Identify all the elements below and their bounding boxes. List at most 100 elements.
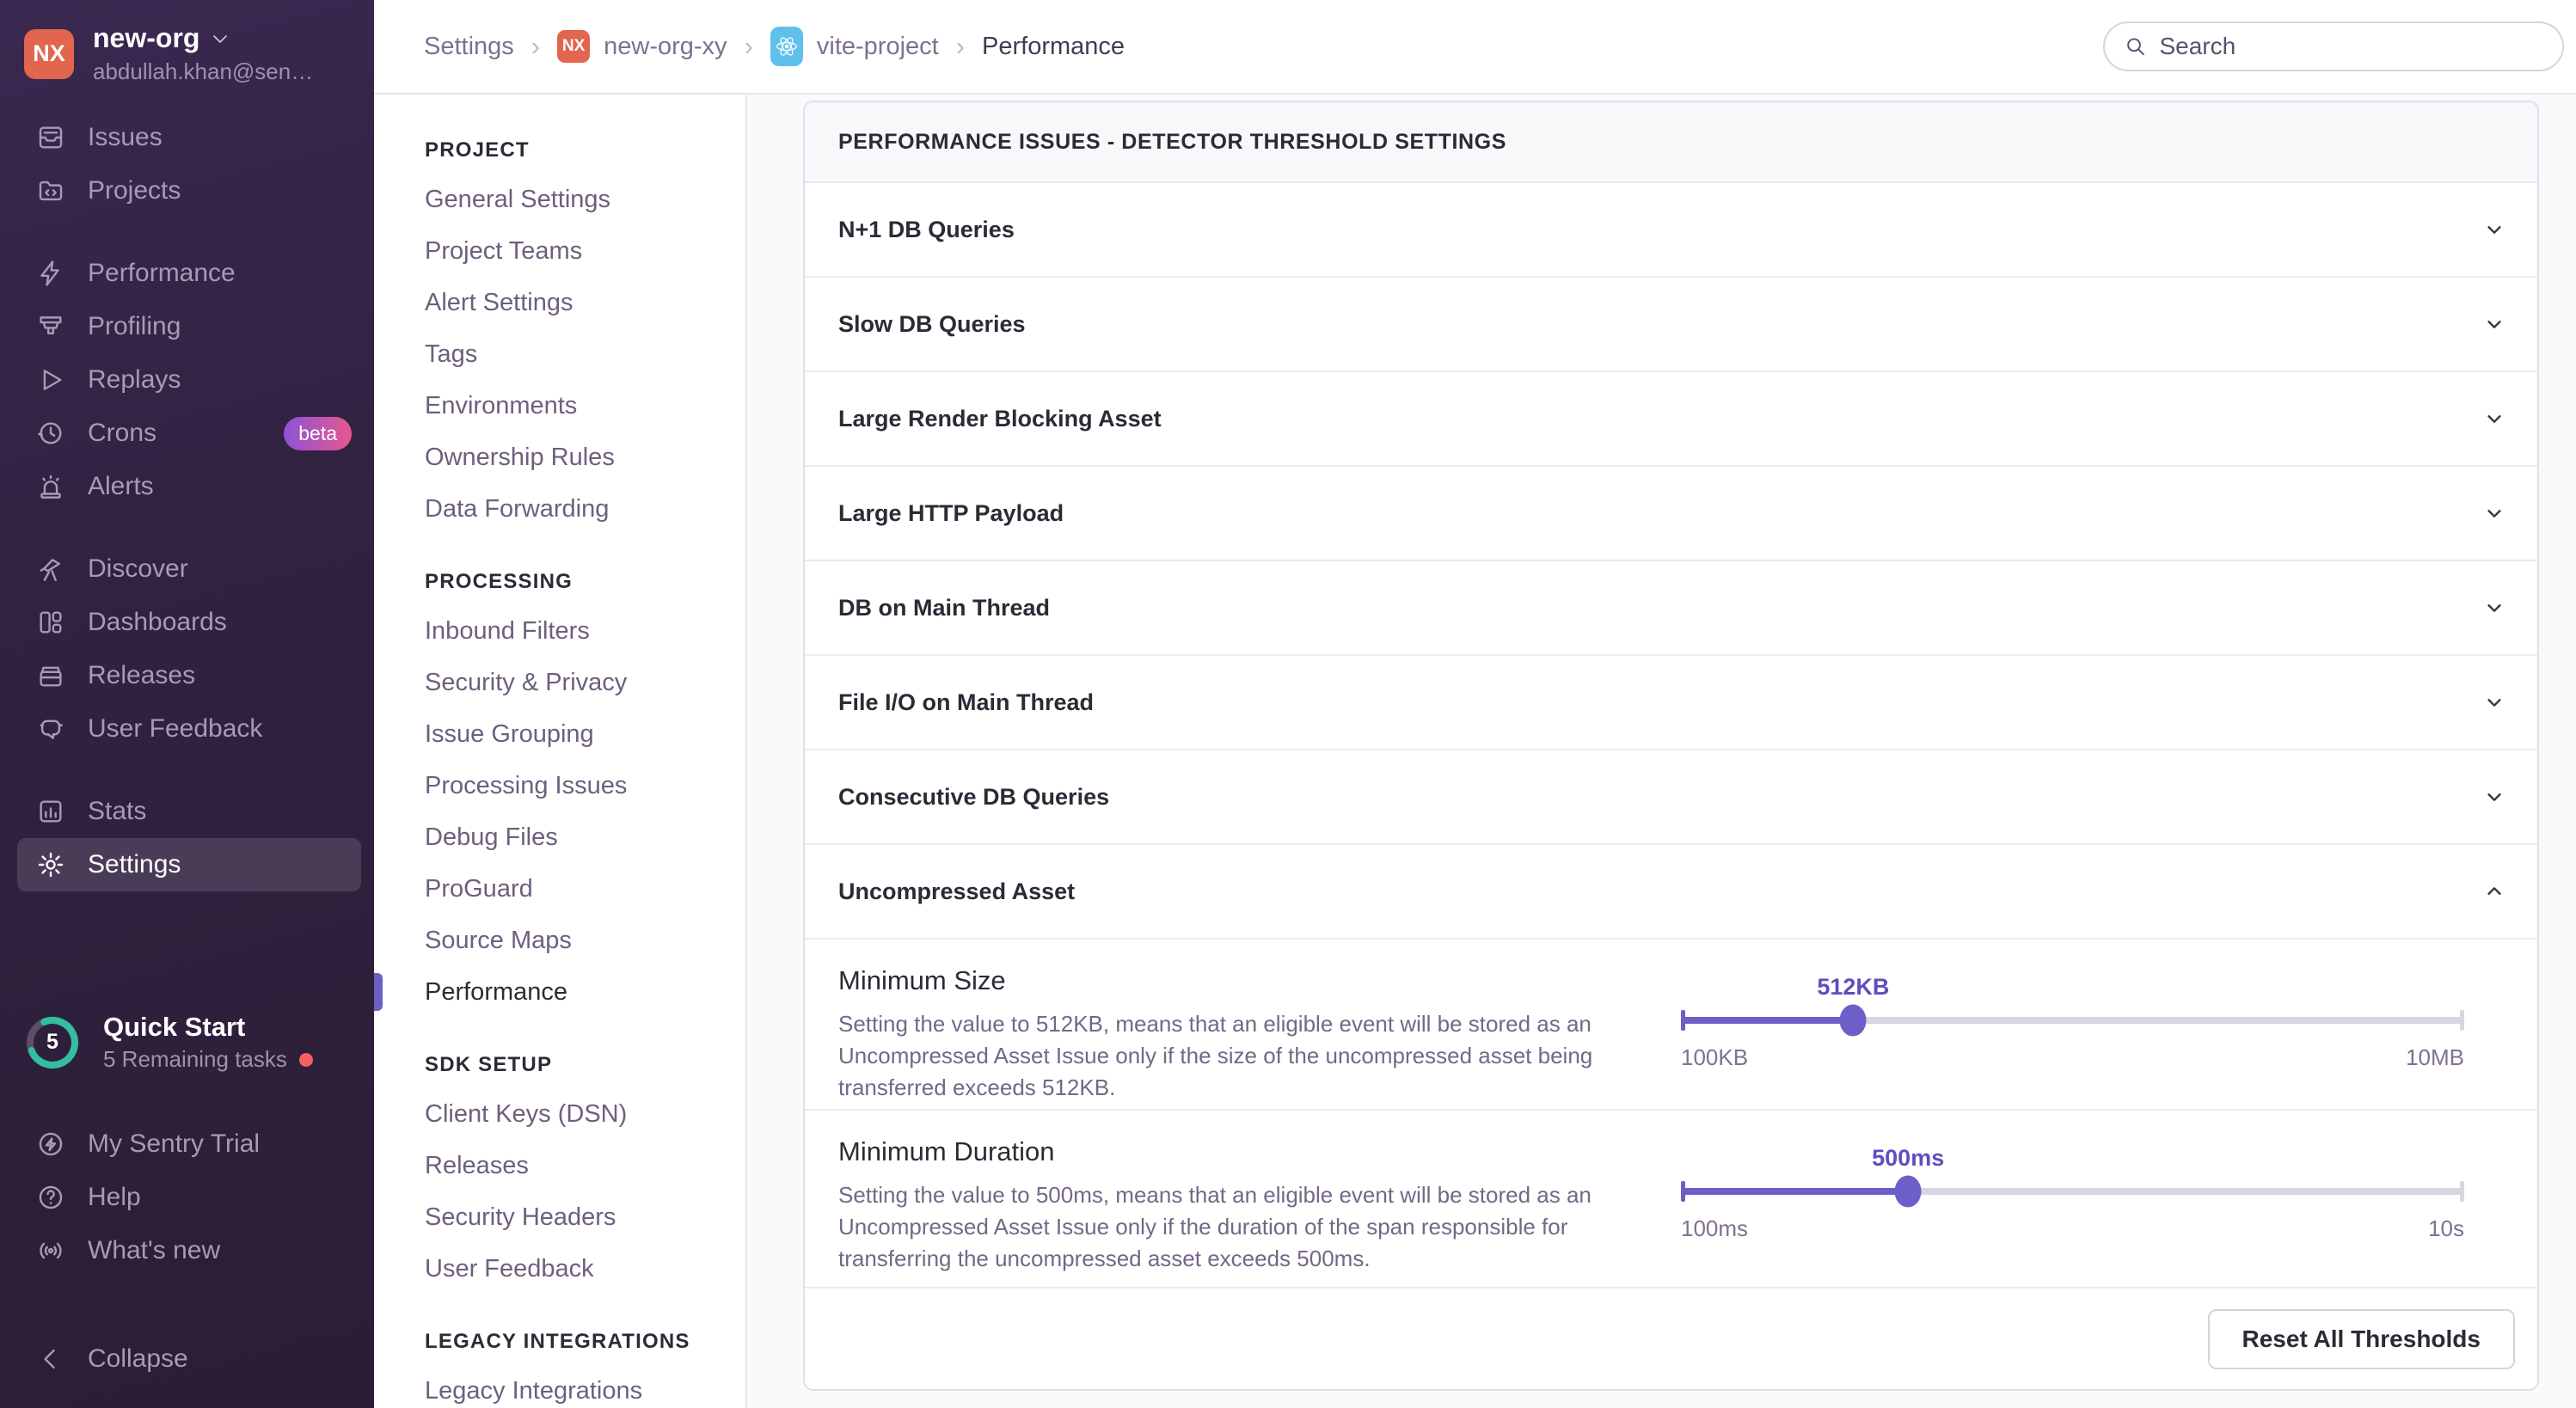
settings-nav-item[interactable]: SDK SETUP <box>425 1042 745 1088</box>
clock-icon <box>36 419 65 448</box>
sidebar-item[interactable]: Stats <box>0 785 374 838</box>
trial-icon <box>36 1129 65 1159</box>
feedback-icon <box>36 714 65 744</box>
detector-row-label: DB on Main Thread <box>838 595 1050 621</box>
breadcrumb-label: Settings <box>424 33 514 61</box>
detector-row[interactable]: Large HTTP Payload <box>805 467 2537 561</box>
settings-nav-item[interactable]: Project Teams <box>425 225 745 277</box>
sidebar-item[interactable]: Issues <box>0 111 374 164</box>
settings-nav-label: Security & Privacy <box>425 669 627 697</box>
settings-nav-item[interactable]: LEGACY INTEGRATIONS <box>425 1319 745 1365</box>
settings-nav-item[interactable]: Releases <box>425 1140 745 1191</box>
quick-start-subtitle: 5 Remaining tasks <box>103 1046 287 1073</box>
settings-nav-item[interactable]: Debug Files <box>425 811 745 863</box>
collapse-sidebar-button[interactable]: Collapse <box>0 1332 374 1386</box>
settings-nav-item[interactable]: PROJECT <box>425 127 745 174</box>
settings-nav-item[interactable]: Alert Settings <box>425 277 745 328</box>
settings-nav-item[interactable]: User Feedback <box>425 1243 745 1295</box>
sidebar-item[interactable]: Performance <box>0 247 374 300</box>
sidebar-footer-item[interactable]: Help <box>0 1171 374 1224</box>
detector-row[interactable]: Slow DB Queries <box>805 278 2537 372</box>
slider-track[interactable] <box>1681 1188 2464 1195</box>
settings-nav-label: Debug Files <box>425 823 558 852</box>
sidebar-item-label: My Sentry Trial <box>88 1129 260 1159</box>
settings-nav-item[interactable]: General Settings <box>425 174 745 225</box>
settings-nav-item[interactable]: Ownership Rules <box>425 432 745 483</box>
settings-nav-label: User Feedback <box>425 1255 594 1283</box>
settings-nav-item[interactable]: Data Forwarding <box>425 483 745 535</box>
search-input[interactable] <box>2159 33 2543 60</box>
app-sidebar: NX new-org abdullah.khan@sen… Issues Pro… <box>0 0 374 1408</box>
settings-nav-label: Project Teams <box>425 237 582 266</box>
org-switcher[interactable]: NX new-org abdullah.khan@sen… <box>0 0 374 104</box>
detector-row[interactable]: Large Render Blocking Asset <box>805 372 2537 467</box>
settings-nav-item[interactable]: Issue Grouping <box>425 708 745 760</box>
reset-all-thresholds-button[interactable]: Reset All Thresholds <box>2208 1309 2515 1369</box>
breadcrumb-item[interactable]: vite-project <box>745 27 939 66</box>
panel-title: PERFORMANCE ISSUES - DETECTOR THRESHOLD … <box>838 130 1506 155</box>
quick-start[interactable]: 5 Quick Start 5 Remaining tasks <box>0 1012 374 1073</box>
sidebar-item[interactable]: Crons beta <box>0 407 374 460</box>
slider-track[interactable] <box>1681 1017 2464 1024</box>
breadcrumb-item[interactable]: Performance <box>956 31 1125 62</box>
settings-nav-item[interactable]: Performance <box>425 966 745 1018</box>
sidebar-item-label: Profiling <box>88 312 181 341</box>
breadcrumb-label: new-org-xy <box>604 33 727 61</box>
sidebar-item[interactable] <box>0 756 374 785</box>
sidebar-item[interactable] <box>0 513 374 542</box>
settings-nav-label: Data Forwarding <box>425 495 609 523</box>
inbox-icon <box>36 123 65 152</box>
collapse-label: Collapse <box>88 1344 188 1374</box>
chevron-down-icon <box>2479 409 2510 428</box>
settings-nav-item[interactable]: Environments <box>425 380 745 432</box>
sidebar-item[interactable]: Dashboards <box>0 596 374 649</box>
sidebar-item[interactable]: Projects <box>0 164 374 217</box>
sidebar-item[interactable]: Releases <box>0 649 374 702</box>
detector-row[interactable]: Uncompressed Asset <box>805 845 2537 940</box>
chevron-down-icon <box>210 28 230 49</box>
slider-start-tick <box>1681 1010 1685 1031</box>
settings-nav-label: Security Headers <box>425 1203 616 1232</box>
detector-row-label: Large HTTP Payload <box>838 500 1064 527</box>
settings-nav-item[interactable]: ProGuard <box>425 863 745 915</box>
sidebar-footer-item[interactable]: What's new <box>0 1224 374 1277</box>
sidebar-item[interactable]: Settings <box>17 838 361 891</box>
detector-row[interactable]: File I/O on Main Thread <box>805 656 2537 750</box>
sidebar-item[interactable]: Discover <box>0 542 374 596</box>
panel-footer: Reset All Thresholds <box>805 1289 2537 1389</box>
slider-thumb[interactable] <box>1840 1005 1867 1037</box>
detector-row-label: Large Render Blocking Asset <box>838 406 1162 432</box>
detector-row-label: Consecutive DB Queries <box>838 784 1109 811</box>
sidebar-item[interactable] <box>0 217 374 247</box>
settings-nav-item[interactable]: Security Headers <box>425 1191 745 1243</box>
sidebar-item-label: Settings <box>88 850 181 879</box>
settings-nav-item[interactable]: PROCESSING <box>425 559 745 605</box>
settings-nav-label: PROCESSING <box>425 570 573 594</box>
settings-nav-item[interactable]: Tags <box>425 328 745 380</box>
breadcrumb-item[interactable]: NX new-org-xy <box>531 30 727 63</box>
sidebar-item[interactable]: Profiling <box>0 300 374 353</box>
breadcrumb-item[interactable]: Settings <box>424 33 514 61</box>
slider-min-label: 100ms <box>1681 1215 1748 1242</box>
settings-nav-item[interactable]: Legacy Integrations <box>425 1365 745 1408</box>
settings-nav-item[interactable]: Source Maps <box>425 915 745 966</box>
slider-max-label: 10MB <box>2406 1044 2464 1071</box>
settings-nav-item[interactable]: Inbound Filters <box>425 605 745 657</box>
threshold-setting: Minimum Duration Setting the value to 50… <box>805 1111 2537 1289</box>
detector-row[interactable]: DB on Main Thread <box>805 561 2537 656</box>
detector-row[interactable]: N+1 DB Queries <box>805 183 2537 278</box>
settings-nav-label: Releases <box>425 1152 529 1180</box>
sidebar-item[interactable]: User Feedback <box>0 702 374 756</box>
slider-thumb[interactable] <box>1895 1176 1922 1208</box>
sidebar-item-label: Projects <box>88 176 181 205</box>
sidebar-item-label: Crons <box>88 419 156 448</box>
detector-row[interactable]: Consecutive DB Queries <box>805 750 2537 845</box>
sidebar-footer-item[interactable]: My Sentry Trial <box>0 1117 374 1171</box>
sidebar-item[interactable]: Replays <box>0 353 374 407</box>
settings-nav-item[interactable]: Processing Issues <box>425 760 745 811</box>
sidebar-item[interactable]: Alerts <box>0 460 374 513</box>
sidebar-item-label: User Feedback <box>88 714 262 744</box>
settings-nav-item[interactable]: Client Keys (DSN) <box>425 1088 745 1140</box>
sidebar-item-label: Releases <box>88 661 195 690</box>
settings-nav-item[interactable]: Security & Privacy <box>425 657 745 708</box>
